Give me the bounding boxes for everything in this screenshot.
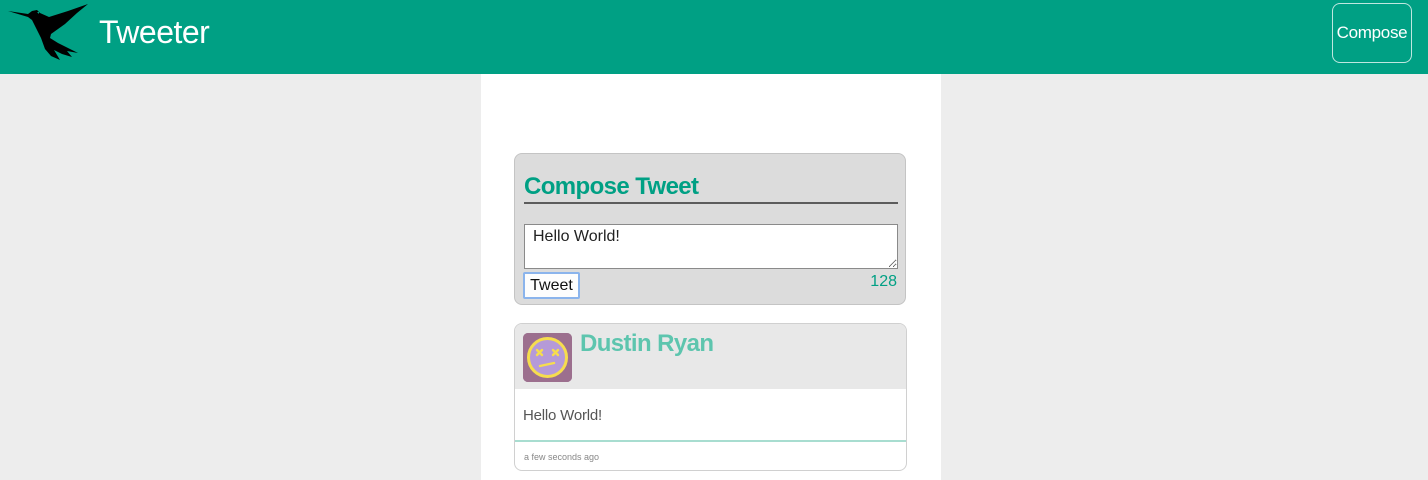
compose-title: Compose Tweet [524,173,699,200]
compose-tweet-panel: Compose Tweet Hello World! Tweet 128 [514,153,906,305]
hummingbird-icon [8,4,88,60]
char-counter: 128 [870,273,897,290]
tweet-author-name: Dustin Ryan [580,330,714,357]
tweet-text: Hello World! [523,407,603,424]
tweet-divider [515,440,906,442]
compose-button[interactable]: Compose [1332,3,1412,63]
tweet-card: Dustin Ryan Hello World! a few seconds a… [514,323,907,471]
top-navbar: Tweeter Compose [0,0,1428,74]
tweet-textarea[interactable]: Hello World! [524,224,898,269]
tweet-button[interactable]: Tweet [523,272,580,299]
app-title: Tweeter [99,14,210,50]
tweet-header: Dustin Ryan [515,324,906,389]
compose-divider [524,202,898,204]
dizzy-face-avatar-icon [523,333,572,382]
tweet-timestamp: a few seconds ago [524,452,600,462]
